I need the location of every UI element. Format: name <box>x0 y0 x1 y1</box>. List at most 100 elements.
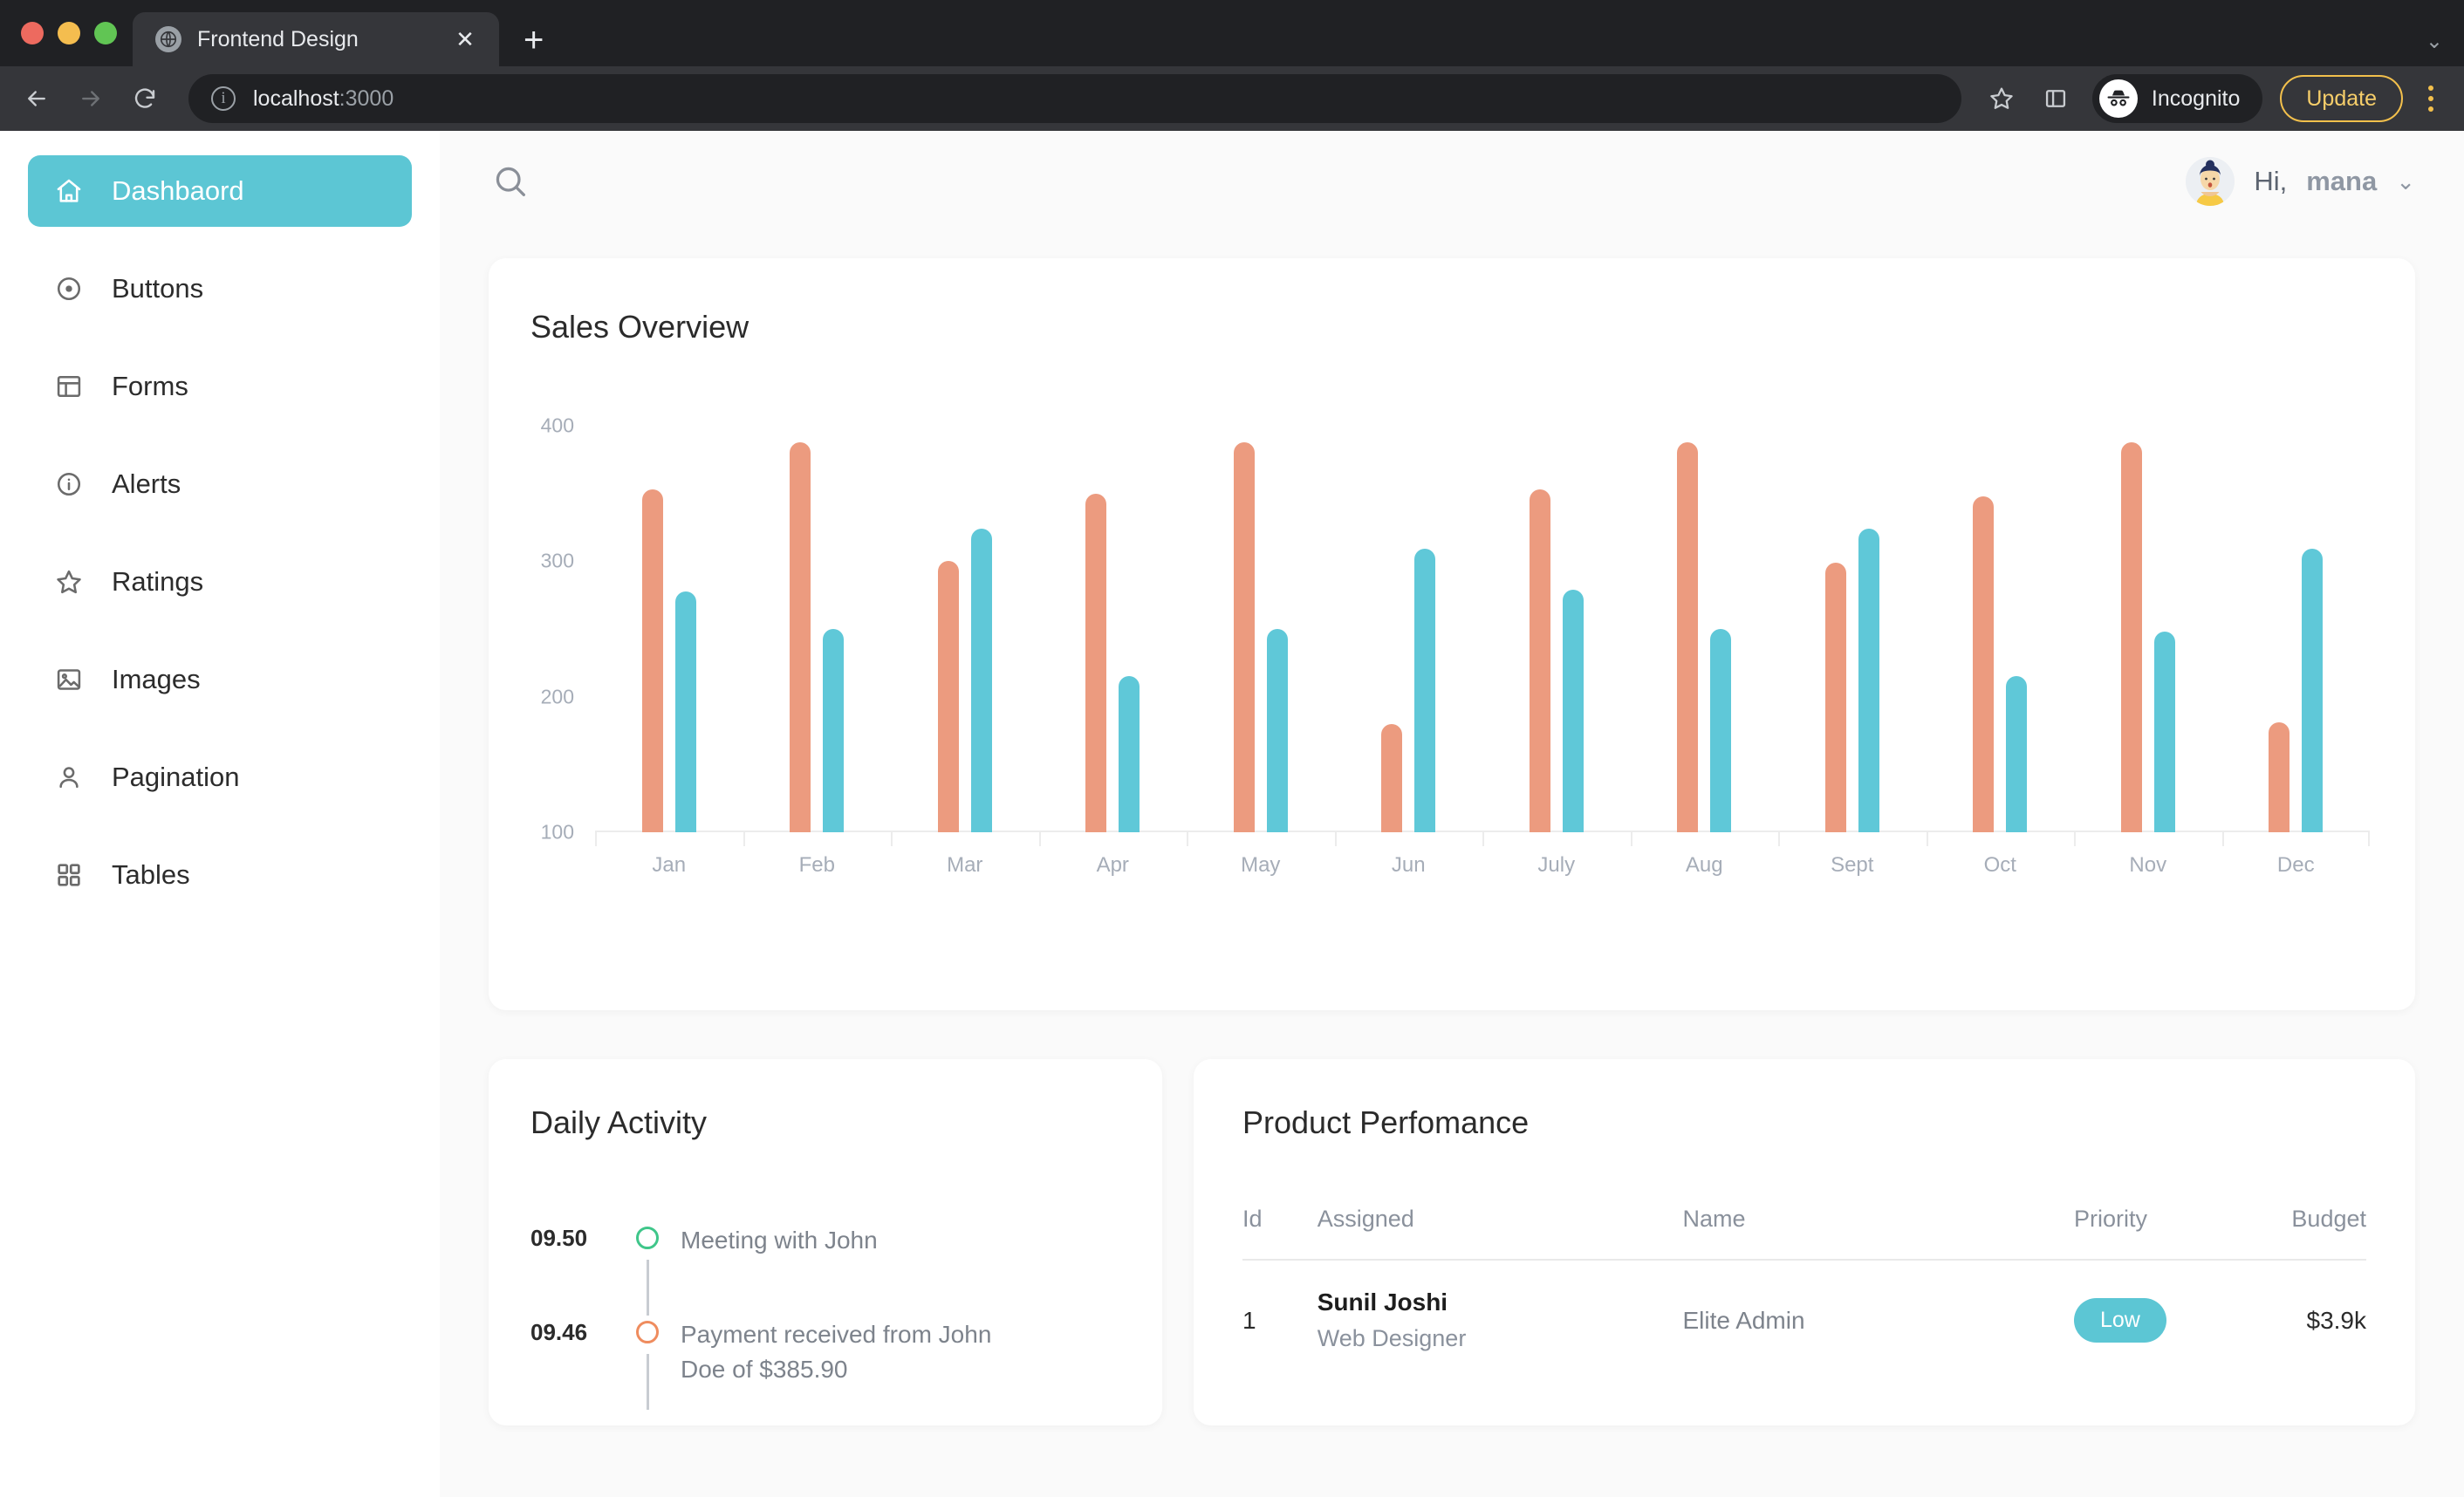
chart-x-tick <box>1630 832 1632 846</box>
chart-bar[interactable] <box>1381 723 1403 832</box>
chart-x-tick-label: Sept <box>1831 853 1874 877</box>
browser-tab[interactable]: Frontend Design ✕ <box>133 12 499 66</box>
minimize-window-button[interactable] <box>58 22 80 44</box>
incognito-indicator[interactable]: Incognito <box>2091 74 2263 123</box>
activity-time: 09.50 <box>530 1225 588 1251</box>
card-title: Product Perfomance <box>1242 1104 1530 1140</box>
sidebar-item-dashboard[interactable]: Dashbaord <box>28 155 412 227</box>
chart-x-tick-label: Dec <box>2276 853 2315 877</box>
chevron-down-icon[interactable]: ⌄ <box>2426 29 2443 54</box>
chart-bar[interactable] <box>1562 589 1584 832</box>
image-icon <box>52 663 86 696</box>
chart-bar[interactable] <box>1119 676 1140 832</box>
sidebar-item-label: Images <box>112 664 201 694</box>
chart-bar[interactable] <box>2006 676 2028 832</box>
sidebar-item-pagination[interactable]: Pagination <box>28 742 412 813</box>
info-circle-icon <box>52 468 86 501</box>
status-badge: Low <box>2073 1298 2166 1343</box>
chevron-down-icon[interactable]: ⌄ <box>2396 170 2415 193</box>
update-button[interactable]: Update <box>2280 75 2403 122</box>
chart-x-tick <box>1482 832 1484 846</box>
chart-x-tick-label: Jan <box>652 853 687 877</box>
search-icon[interactable] <box>490 161 530 202</box>
chart-bar[interactable] <box>1233 441 1255 832</box>
chart-bar[interactable] <box>1677 441 1699 832</box>
home-icon <box>52 174 86 208</box>
chart-bar[interactable] <box>823 629 845 832</box>
close-window-button[interactable] <box>21 22 44 44</box>
sidebar-item-label: Alerts <box>112 468 181 499</box>
column-header-priority[interactable]: Priority <box>2074 1206 2291 1260</box>
chart-bar-group <box>2221 426 2370 846</box>
cell-budget: $3.9k <box>2306 1306 2367 1334</box>
chart-bar[interactable] <box>641 489 663 832</box>
table-row[interactable]: 1 Sunil Joshi Web Designer Elite Admin Low $3… <box>1242 1260 2366 1352</box>
user-icon <box>52 761 86 794</box>
activity-dot-icon <box>636 1227 659 1249</box>
back-button[interactable] <box>12 74 61 123</box>
address-bar[interactable]: i localhost:3000 <box>188 74 1961 123</box>
sidebar-item-forms[interactable]: Forms <box>28 351 412 422</box>
site-info-icon[interactable]: i <box>211 86 236 111</box>
close-icon[interactable]: ✕ <box>450 28 480 51</box>
browser-menu-icon[interactable] <box>2413 74 2448 123</box>
chart-bar[interactable] <box>1710 629 1732 832</box>
chart-x-tick-label: Apr <box>1096 853 1129 877</box>
chart-bar-group <box>1038 426 1188 846</box>
chart-bar[interactable] <box>1529 489 1550 832</box>
forward-button[interactable] <box>66 74 115 123</box>
chart-bar[interactable] <box>1824 562 1846 832</box>
chart-bar-group <box>1926 426 2075 846</box>
chart-bar[interactable] <box>2302 549 2324 832</box>
reload-button[interactable] <box>120 74 169 123</box>
column-header-budget[interactable]: Budget <box>2291 1206 2366 1260</box>
sidebar-item-tables[interactable]: Tables <box>28 839 412 911</box>
chart-bar-group <box>1630 426 1779 846</box>
activity-item[interactable]: 09.46 Payment received from John Doe of $… <box>530 1316 1120 1410</box>
user-menu[interactable]: Hi, mana ⌄ <box>2186 157 2415 206</box>
chart-bar[interactable] <box>1266 629 1288 832</box>
chart-x-tick <box>743 832 745 846</box>
column-header-assigned[interactable]: Assigned <box>1318 1206 1683 1260</box>
sidebar-item-ratings[interactable]: Ratings <box>28 546 412 618</box>
chart-plot-area <box>595 426 2370 846</box>
app-header: Hi, mana ⌄ <box>440 131 2464 232</box>
url-host: localhost <box>253 85 339 111</box>
chart-bar[interactable] <box>790 441 811 832</box>
sidebar-item-label: Forms <box>112 371 188 401</box>
table-header-row: Id Assigned Name Priority Budget <box>1242 1206 2366 1260</box>
column-header-id[interactable]: Id <box>1242 1206 1318 1260</box>
activity-marker-column <box>614 1316 681 1410</box>
kebab-dot <box>2428 96 2433 101</box>
chart-bar[interactable] <box>1085 493 1107 832</box>
browser-toolbar: i localhost:3000 Incognito Update <box>0 66 2464 131</box>
new-tab-button[interactable]: + <box>524 23 544 58</box>
chart-x-tick <box>595 832 597 846</box>
chart-x-tick <box>2368 832 2370 846</box>
chart-bar[interactable] <box>970 529 992 832</box>
chart-bar[interactable] <box>1858 529 1879 832</box>
maximize-window-button[interactable] <box>94 22 117 44</box>
chart-bar[interactable] <box>2120 441 2142 832</box>
chart-bar[interactable] <box>2153 632 2175 832</box>
bookmark-star-icon[interactable] <box>1977 74 2026 123</box>
url-port: :3000 <box>339 85 394 111</box>
activity-item[interactable]: 09.50 Meeting with John <box>530 1221 1120 1316</box>
sidebar-item-alerts[interactable]: Alerts <box>28 448 412 520</box>
chart-x-axis: Jan Feb Mar Apr May Jun July Aug Sept Oct Nov Dec <box>595 853 2370 888</box>
cell-name: Elite Admin <box>1682 1306 1805 1334</box>
tab-title: Frontend Design <box>197 26 359 51</box>
chart-bar[interactable] <box>1973 496 1995 832</box>
chart-x-tick-label: Aug <box>1685 853 1723 877</box>
chart-x-tick-label: July <box>1537 853 1576 877</box>
column-header-name[interactable]: Name <box>1682 1206 2074 1260</box>
chart-bar[interactable] <box>674 591 696 832</box>
sidebar-item-buttons[interactable]: Buttons <box>28 253 412 325</box>
chart-x-tick <box>1926 832 1928 846</box>
chart-bar[interactable] <box>1414 549 1436 832</box>
assigned-person-role: Web Designer <box>1317 1325 1467 1351</box>
sidebar-item-images[interactable]: Images <box>28 644 412 715</box>
chart-bar[interactable] <box>937 561 959 832</box>
chart-bar[interactable] <box>2269 722 2290 832</box>
side-panel-icon[interactable] <box>2031 74 2080 123</box>
